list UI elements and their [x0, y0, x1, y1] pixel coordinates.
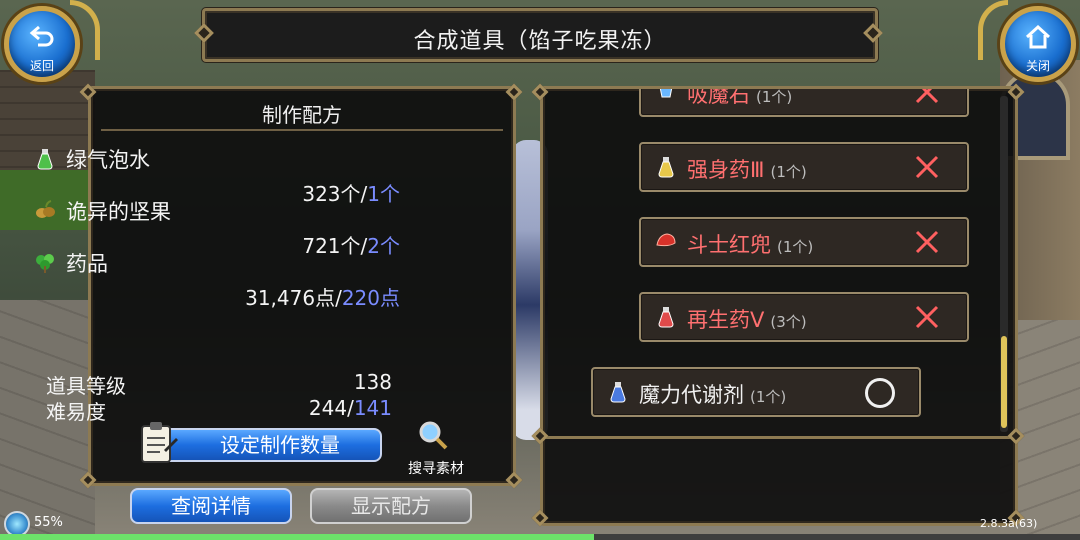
- material-name: 药品: [66, 252, 108, 276]
- potion-icon: [655, 306, 677, 330]
- magnifier-icon: [418, 420, 448, 450]
- item-level-row: 道具等级 138: [46, 370, 392, 399]
- list-item-label: 强身药Ⅲ (1个): [687, 154, 807, 184]
- difficulty-need: 141: [353, 396, 392, 420]
- difficulty-value: 244/141: [309, 396, 392, 420]
- item-name: 斗士红兜: [687, 233, 771, 257]
- close-label: 关闭: [1025, 59, 1050, 73]
- list-item[interactable]: 强身药Ⅲ (1个): [639, 142, 969, 192]
- green-potion-icon: [34, 148, 56, 170]
- view-details-button[interactable]: 查阅详情: [130, 488, 292, 524]
- window-title-bar: 合成道具（馅子吃果冻）: [202, 8, 878, 62]
- loading-progress-bar: [0, 534, 1080, 540]
- back-arrow-icon: [9, 25, 75, 53]
- difficulty-row: 难易度 244/141: [46, 396, 392, 425]
- select-circle-icon[interactable]: [865, 378, 895, 408]
- item-count: (3个): [770, 313, 807, 331]
- show-recipe-button[interactable]: 显示配方: [310, 488, 472, 524]
- item-count: (1个): [770, 163, 807, 181]
- window-title: 合成道具（馅子吃果冻）: [413, 29, 667, 54]
- remove-icon[interactable]: [913, 303, 941, 331]
- potion-icon: [607, 381, 629, 405]
- back-label: 返回: [29, 59, 54, 73]
- list-divider: [540, 436, 1018, 439]
- nut-icon: [34, 200, 56, 222]
- loading-progress-fill: [0, 534, 594, 540]
- red-hood-icon: [655, 231, 677, 255]
- list-item[interactable]: 吸魔石 (1个): [639, 89, 969, 117]
- list-item[interactable]: 斗士红兜 (1个): [639, 217, 969, 267]
- set-quantity-button[interactable]: 设定制作数量: [142, 428, 382, 462]
- material-quantity: 31,476点/220点: [245, 282, 400, 311]
- crystal-icon: [655, 89, 677, 105]
- remove-icon[interactable]: [913, 153, 941, 181]
- list-item-label: 吸魔石 (1个): [687, 89, 792, 109]
- search-material-label: 搜寻素材: [408, 461, 464, 477]
- panel-divider: [101, 129, 503, 131]
- item-name: 再生药Ⅴ: [687, 308, 765, 332]
- material-row: 绿气泡水 323个/1个: [30, 144, 400, 206]
- potion-icon: [655, 156, 677, 180]
- back-button[interactable]: 返回: [4, 6, 80, 82]
- list-scrollbar-thumb[interactable]: [1001, 336, 1007, 428]
- material-name: 绿气泡水: [66, 148, 150, 172]
- item-name: 吸魔石: [687, 89, 750, 107]
- item-level-value: 138: [353, 370, 392, 394]
- item-name: 强身药Ⅲ: [687, 158, 765, 182]
- list-item-label: 魔力代谢剂 (1个): [639, 379, 786, 409]
- herb-icon: [34, 252, 56, 274]
- list-item[interactable]: 魔力代谢剂 (1个): [591, 367, 921, 417]
- search-material-button[interactable]: 搜寻素材: [398, 420, 474, 480]
- material-have: 31,476点/: [245, 286, 342, 310]
- list-item-label: 再生药Ⅴ (3个): [687, 304, 807, 334]
- item-count: (1个): [750, 388, 787, 406]
- remove-icon[interactable]: [913, 89, 941, 106]
- item-count: (1个): [777, 238, 814, 256]
- material-row: 药品 31,476点/220点: [30, 248, 400, 311]
- item-level-label: 道具等级: [46, 374, 126, 398]
- item-count: (1个): [756, 89, 793, 106]
- list-item[interactable]: 再生药Ⅴ (3个): [639, 292, 969, 342]
- ingredient-list-viewport[interactable]: 吸魔石 (1个) 强身药Ⅲ (1个) 斗士红兜 (1个) 再生药Ⅴ (3个) 魔力代谢剂…: [543, 89, 995, 433]
- material-need: 220点: [341, 286, 400, 310]
- list-item-label: 斗士红兜 (1个): [687, 229, 813, 259]
- difficulty-have: 244/: [308, 396, 354, 420]
- recipe-panel-title: 制作配方: [262, 103, 342, 127]
- version-label: 2.8.3a(63): [980, 517, 1038, 530]
- close-button[interactable]: 关闭: [1000, 6, 1076, 82]
- difficulty-label: 难易度: [46, 400, 106, 424]
- material-row: 诡异的坚果 721个/2个: [30, 196, 400, 258]
- home-icon: [1005, 24, 1071, 55]
- material-name: 诡异的坚果: [66, 200, 171, 224]
- item-name: 魔力代谢剂: [639, 383, 744, 407]
- clipboard-icon: [138, 420, 178, 466]
- remove-icon[interactable]: [913, 228, 941, 256]
- battery-level: 55%: [34, 515, 63, 530]
